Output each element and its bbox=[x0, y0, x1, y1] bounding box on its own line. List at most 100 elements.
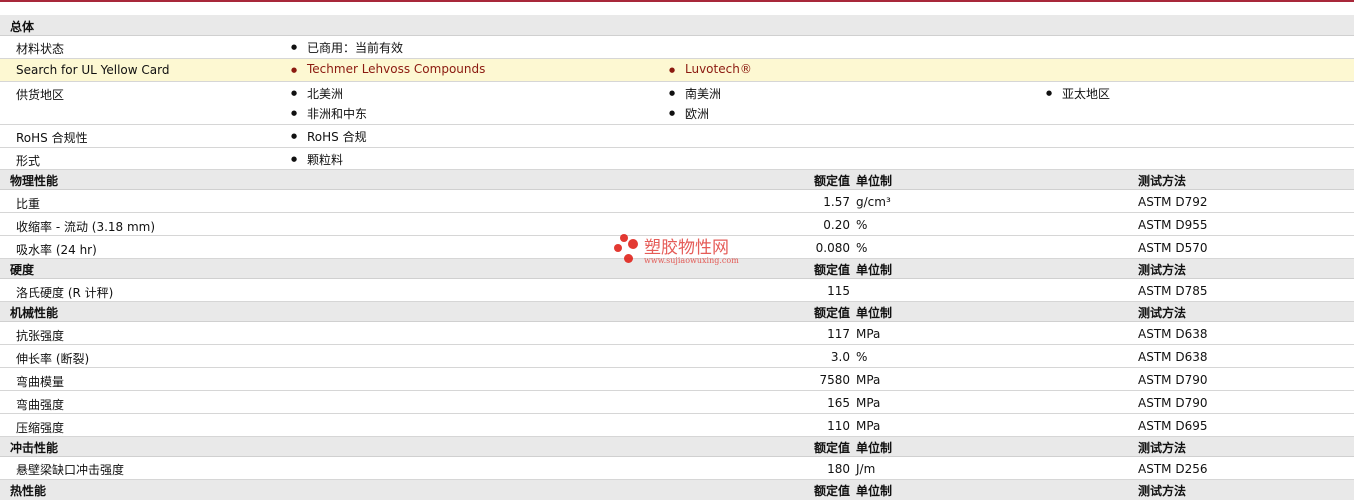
col-header-nominal: 额定值 bbox=[813, 306, 850, 320]
section-title: 机械性能 bbox=[10, 306, 59, 320]
col-header-nominal: 额定值 bbox=[813, 263, 850, 277]
property-name: 收缩率 - 流动 (3.18 mm) bbox=[16, 220, 156, 234]
bullet-value: 颗粒料 bbox=[291, 151, 343, 168]
col-header-unit: 单位制 bbox=[856, 306, 893, 320]
property-value: 165 bbox=[827, 396, 850, 410]
region-item: 非洲和中东 bbox=[291, 105, 367, 122]
test-method: ASTM D785 bbox=[1138, 284, 1208, 298]
row-rohs: RoHS 合规性 RoHS 合规 bbox=[0, 125, 1354, 148]
col-header-unit: 单位制 bbox=[856, 441, 893, 455]
col-header-nominal: 额定值 bbox=[813, 174, 850, 188]
property-value: 1.57 bbox=[823, 195, 850, 209]
property-name: 弯曲模量 bbox=[16, 375, 65, 389]
col-header-method: 测试方法 bbox=[1138, 263, 1187, 277]
bullet-value: RoHS 合规 bbox=[291, 128, 367, 145]
property-value: 0.080 bbox=[815, 241, 850, 255]
row-label: Search for UL Yellow Card bbox=[16, 63, 170, 77]
row-ul-search: Search for UL Yellow Card Techmer Lehvos… bbox=[0, 59, 1354, 82]
section-header-general: 总体 bbox=[0, 15, 1354, 36]
col-header-method: 测试方法 bbox=[1138, 174, 1187, 188]
bullet-value: 已商用：当前有效 bbox=[291, 39, 403, 56]
property-unit: % bbox=[856, 218, 868, 232]
col-header-method: 测试方法 bbox=[1138, 306, 1187, 320]
region-item: 欧洲 bbox=[669, 105, 709, 122]
section-title: 硬度 bbox=[10, 263, 35, 277]
top-accent-line bbox=[0, 0, 1354, 2]
section-title: 冲击性能 bbox=[10, 441, 59, 455]
property-unit: MPa bbox=[856, 419, 881, 433]
property-value: 3.0 bbox=[830, 350, 850, 364]
logo-dot-icon bbox=[614, 244, 622, 252]
test-method: ASTM D695 bbox=[1138, 419, 1208, 433]
watermark-name: 塑胶物性网 bbox=[644, 238, 729, 258]
watermark-url: www.sujiaowuxing.com bbox=[644, 256, 739, 265]
section-title: 热性能 bbox=[10, 484, 47, 498]
col-header-unit: 单位制 bbox=[856, 484, 893, 498]
test-method: ASTM D790 bbox=[1138, 396, 1208, 410]
section-header-mechanical: 机械性能 额定值 单位制 测试方法 bbox=[0, 302, 1354, 322]
property-name: 悬壁梁缺口冲击强度 bbox=[16, 463, 125, 477]
test-method: ASTM D792 bbox=[1138, 195, 1208, 209]
property-value: 115 bbox=[827, 284, 850, 298]
property-unit: % bbox=[856, 241, 868, 255]
col-header-nominal: 额定值 bbox=[813, 484, 850, 498]
logo-dot-icon bbox=[620, 234, 628, 242]
col-header-method: 测试方法 bbox=[1138, 441, 1187, 455]
property-name: 洛氏硬度 (R 计秤) bbox=[16, 286, 114, 300]
property-value: 180 bbox=[827, 462, 850, 476]
section-title: 总体 bbox=[10, 20, 35, 34]
table-row: 抗张强度 117 MPa ASTM D638 bbox=[0, 322, 1354, 345]
property-value: 7580 bbox=[819, 373, 850, 387]
property-name: 抗张强度 bbox=[16, 329, 65, 343]
property-unit: J/m bbox=[856, 462, 876, 476]
row-availability: 供货地区 北美洲 南美洲 亚太地区 非洲和中东 欧洲 bbox=[0, 82, 1354, 125]
property-value: 110 bbox=[827, 419, 850, 433]
test-method: ASTM D638 bbox=[1138, 350, 1208, 364]
test-method: ASTM D570 bbox=[1138, 241, 1208, 255]
col-header-unit: 单位制 bbox=[856, 263, 893, 277]
section-title: 物理性能 bbox=[10, 174, 59, 188]
test-method: ASTM D638 bbox=[1138, 327, 1208, 341]
col-header-unit: 单位制 bbox=[856, 174, 893, 188]
section-header-thermal: 热性能 额定值 单位制 测试方法 bbox=[0, 480, 1354, 500]
region-item: 亚太地区 bbox=[1046, 85, 1110, 102]
property-value: 0.20 bbox=[823, 218, 850, 232]
table-row: 洛氏硬度 (R 计秤) 115 ASTM D785 bbox=[0, 279, 1354, 302]
property-value: 117 bbox=[827, 327, 850, 341]
property-unit: % bbox=[856, 350, 868, 364]
logo-dot-icon bbox=[628, 239, 638, 249]
section-header-impact: 冲击性能 额定值 单位制 测试方法 bbox=[0, 437, 1354, 457]
test-method: ASTM D256 bbox=[1138, 462, 1208, 476]
property-name: 比重 bbox=[16, 197, 41, 211]
section-header-physical: 物理性能 额定值 单位制 测试方法 bbox=[0, 170, 1354, 190]
row-label: 供货地区 bbox=[16, 88, 65, 102]
test-method: ASTM D790 bbox=[1138, 373, 1208, 387]
property-unit: MPa bbox=[856, 396, 881, 410]
property-name: 伸长率 (断裂) bbox=[16, 352, 90, 366]
property-unit: g/cm³ bbox=[856, 195, 891, 209]
link-techmer-lehvoss[interactable]: Techmer Lehvoss Compounds bbox=[291, 62, 485, 78]
property-name: 弯曲强度 bbox=[16, 398, 65, 412]
row-label: 形式 bbox=[16, 154, 41, 168]
row-material-status: 材料状态 已商用：当前有效 bbox=[0, 36, 1354, 59]
property-name: 吸水率 (24 hr) bbox=[16, 243, 97, 257]
property-name: 压缩强度 bbox=[16, 421, 65, 435]
row-form: 形式 颗粒料 bbox=[0, 148, 1354, 170]
watermark-logo: 塑胶物性网 www.sujiaowuxing.com bbox=[612, 232, 752, 268]
col-header-method: 测试方法 bbox=[1138, 484, 1187, 498]
row-label: RoHS 合规性 bbox=[16, 131, 88, 145]
table-row: 比重 1.57 g/cm³ ASTM D792 bbox=[0, 190, 1354, 213]
table-row: 压缩强度 110 MPa ASTM D695 bbox=[0, 414, 1354, 437]
table-row: 悬壁梁缺口冲击强度 180 J/m ASTM D256 bbox=[0, 457, 1354, 480]
region-item: 北美洲 bbox=[291, 85, 343, 102]
region-item: 南美洲 bbox=[669, 85, 721, 102]
table-row: 弯曲模量 7580 MPa ASTM D790 bbox=[0, 368, 1354, 391]
row-label: 材料状态 bbox=[16, 42, 65, 56]
link-luvotech[interactable]: Luvotech® bbox=[669, 62, 752, 78]
property-unit: MPa bbox=[856, 327, 881, 341]
col-header-nominal: 额定值 bbox=[813, 441, 850, 455]
table-row: 伸长率 (断裂) 3.0 % ASTM D638 bbox=[0, 345, 1354, 368]
test-method: ASTM D955 bbox=[1138, 218, 1208, 232]
logo-dot-icon bbox=[624, 254, 633, 263]
table-row: 弯曲强度 165 MPa ASTM D790 bbox=[0, 391, 1354, 414]
